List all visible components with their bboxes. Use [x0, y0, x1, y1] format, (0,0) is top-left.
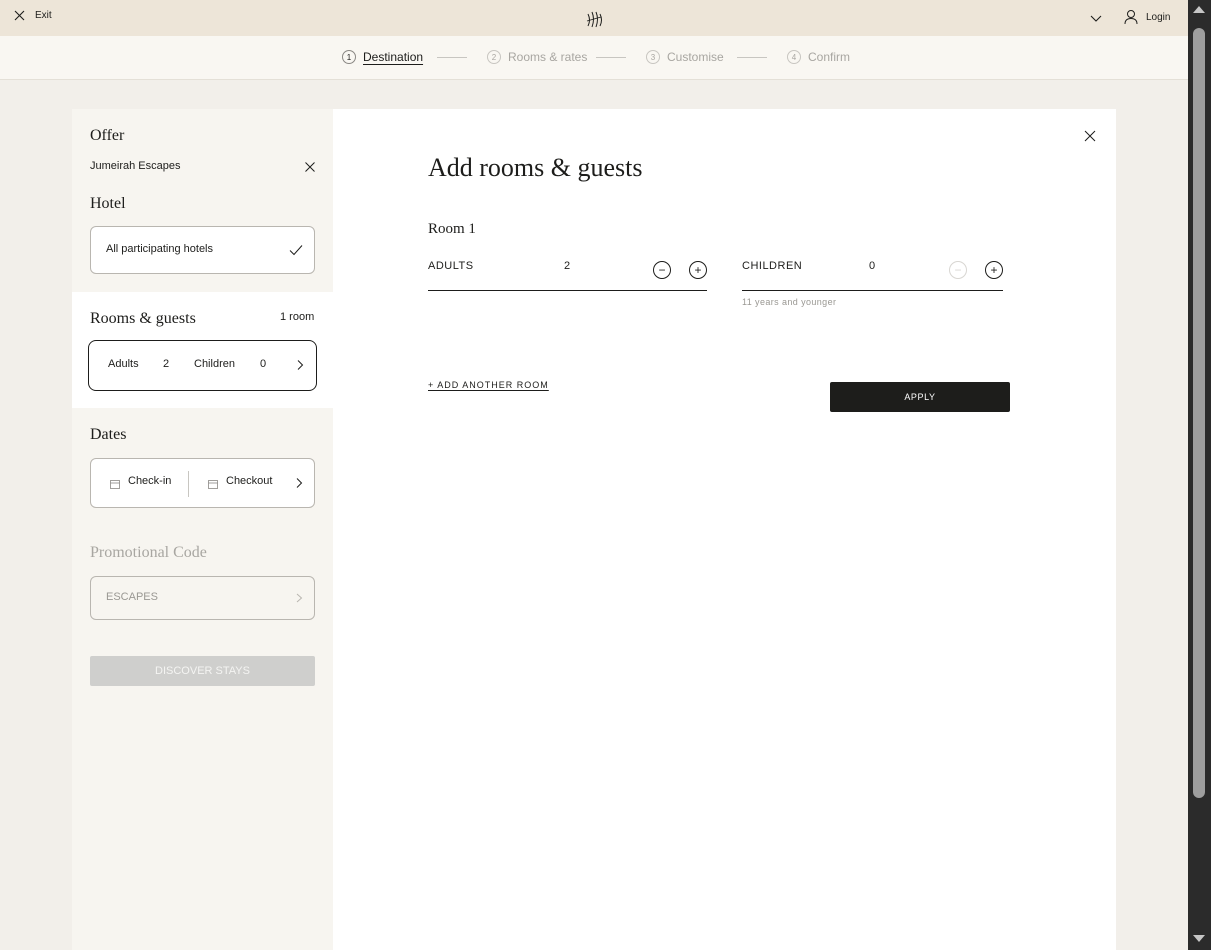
- scrollbar[interactable]: [1188, 0, 1211, 950]
- user-icon: [1124, 10, 1138, 25]
- adults-stepper: ADULTS 2 − +: [428, 258, 707, 291]
- step-confirm[interactable]: 4 Confirm: [787, 50, 850, 64]
- adults-label: Adults: [108, 358, 139, 370]
- calendar-icon: [208, 480, 218, 489]
- children-stepper: CHILDREN 0 − +: [742, 258, 1003, 291]
- discover-stays-button[interactable]: DISCOVER STAYS: [90, 656, 315, 686]
- step-rooms-rates[interactable]: 2 Rooms & rates: [487, 50, 587, 64]
- minus-icon[interactable]: −: [949, 261, 967, 279]
- rooms-count: 1 room: [280, 311, 315, 323]
- panel-title: Add rooms & guests: [428, 153, 643, 182]
- children-label: CHILDREN: [742, 260, 803, 272]
- hotel-value: All participating hotels: [106, 243, 214, 255]
- step-number: 1: [342, 50, 356, 64]
- scroll-thumb[interactable]: [1193, 28, 1205, 798]
- offer-value: Jumeirah Escapes: [90, 160, 181, 172]
- children-age-hint: 11 years and younger: [742, 297, 837, 307]
- chevron-right-icon: [297, 360, 304, 370]
- step-label: Customise: [667, 50, 724, 64]
- children-label: Children: [194, 358, 235, 370]
- adults-value: 2: [163, 358, 170, 370]
- dates-selector[interactable]: Check-in Checkout: [90, 458, 315, 508]
- checkout-label: Checkout: [226, 475, 273, 487]
- booking-stepper: 1 Destination 2 Rooms & rates 3 Customis…: [0, 36, 1188, 80]
- step-label: Confirm: [808, 50, 851, 64]
- step-label: Rooms & rates: [508, 50, 588, 64]
- chevron-down-icon[interactable]: [1089, 11, 1103, 25]
- dates-divider: [188, 471, 189, 497]
- room-title: Room 1: [428, 221, 476, 237]
- promo-value: ESCAPES: [106, 591, 158, 603]
- close-icon: [14, 10, 25, 21]
- dates-title: Dates: [90, 426, 127, 443]
- promo-title: Promotional Code: [90, 544, 207, 561]
- exit-button[interactable]: Exit: [14, 10, 52, 21]
- hotel-select[interactable]: All participating hotels: [90, 226, 315, 274]
- children-value: 0: [869, 260, 876, 272]
- login-button[interactable]: Login: [1124, 9, 1170, 25]
- step-customise[interactable]: 3 Customise: [646, 50, 724, 64]
- check-icon: [289, 245, 303, 256]
- children-value: 0: [260, 358, 267, 370]
- rooms-guests-selector[interactable]: Adults 2 Children 0: [88, 340, 317, 391]
- calendar-icon: [110, 480, 120, 489]
- plus-icon[interactable]: +: [689, 261, 707, 279]
- minus-icon[interactable]: −: [653, 261, 671, 279]
- step-label: Destination: [363, 50, 424, 64]
- scroll-down-icon[interactable]: [1193, 935, 1205, 942]
- offer-title: Offer: [90, 127, 125, 144]
- step-number: 3: [646, 50, 660, 64]
- login-label: Login: [1146, 11, 1171, 23]
- chevron-right-icon: [296, 478, 303, 488]
- step-number: 2: [487, 50, 501, 64]
- step-connector: [596, 57, 626, 58]
- step-number: 4: [787, 50, 801, 64]
- logo-icon: [586, 11, 602, 28]
- add-another-room-link[interactable]: + ADD ANOTHER ROOM: [428, 380, 549, 390]
- search-sidebar: Offer Jumeirah Escapes Hotel All partici…: [72, 109, 333, 950]
- rooms-guests-panel: Add rooms & guests Room 1 ADULTS 2 − + C…: [333, 109, 1116, 950]
- adults-label: ADULTS: [428, 260, 474, 272]
- step-destination[interactable]: 1 Destination: [342, 50, 423, 64]
- scroll-up-icon[interactable]: [1193, 6, 1205, 13]
- remove-offer-icon[interactable]: [304, 161, 316, 173]
- plus-icon[interactable]: +: [985, 261, 1003, 279]
- adults-value: 2: [564, 260, 571, 272]
- step-connector: [437, 57, 467, 58]
- rooms-guests-title: Rooms & guests: [90, 310, 196, 327]
- top-bar: Exit Login: [0, 0, 1188, 36]
- promo-code-input[interactable]: ESCAPES: [90, 576, 315, 620]
- checkin-label: Check-in: [128, 475, 172, 487]
- chevron-right-icon: [296, 593, 303, 603]
- close-icon[interactable]: [1084, 130, 1096, 142]
- apply-button[interactable]: APPLY: [830, 382, 1010, 412]
- hotel-title: Hotel: [90, 195, 126, 212]
- exit-label: Exit: [35, 10, 52, 21]
- step-connector: [737, 57, 767, 58]
